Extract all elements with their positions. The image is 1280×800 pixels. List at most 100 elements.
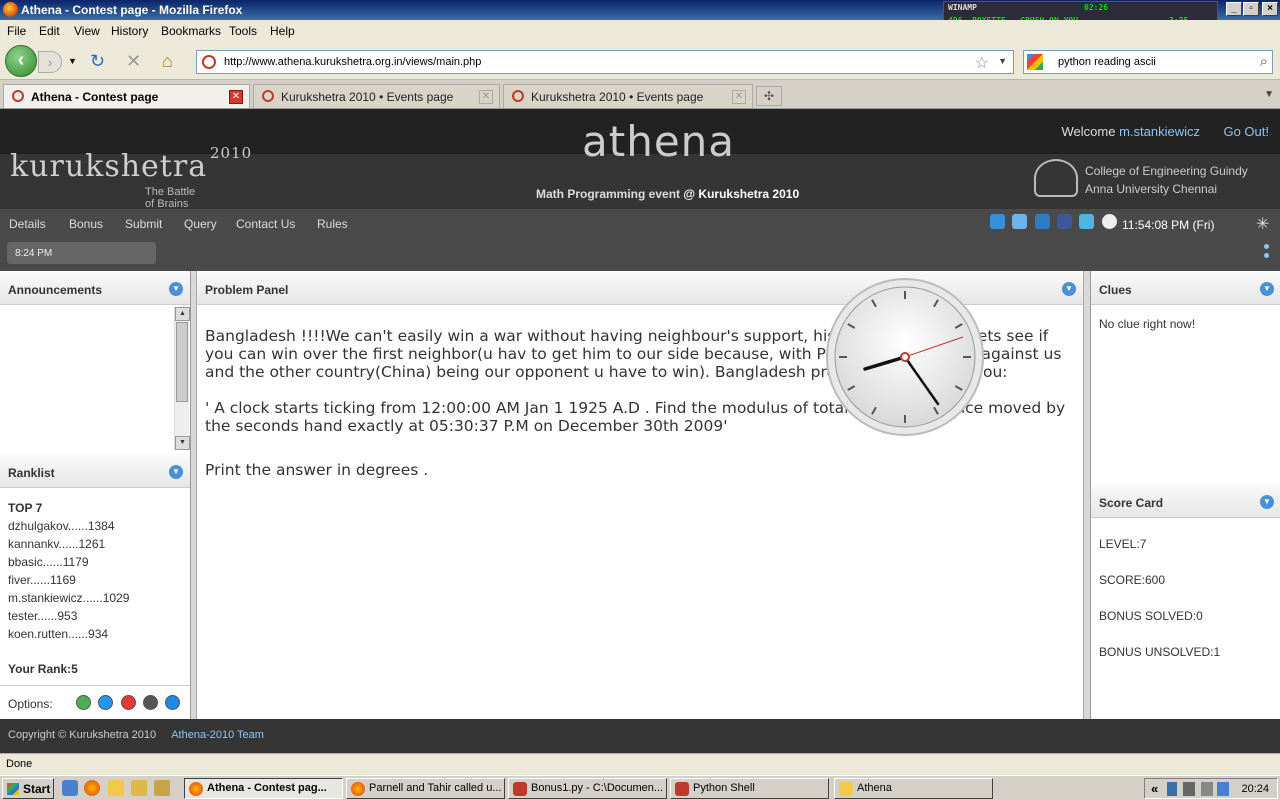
page-footer: Copyright © Kurukshetra 2010 Athena-2010…: [0, 719, 1280, 753]
tab-events-1[interactable]: Kurukshetra 2010 • Events page ✕: [253, 84, 500, 108]
tab-label: Kurukshetra 2010 • Events page: [281, 90, 454, 104]
scroll-up-icon[interactable]: ▲: [175, 307, 190, 321]
show-desktop-icon[interactable]: [62, 780, 78, 796]
nav-submit[interactable]: Submit: [125, 217, 162, 231]
more-dots-icon[interactable]: [1264, 244, 1269, 262]
task-bonus1-py[interactable]: Bonus1.py - C:\Documen...: [508, 778, 667, 799]
gear-icon[interactable]: [143, 695, 159, 710]
start-button[interactable]: Start: [2, 778, 54, 799]
taskbar: Start Athena - Contest pag... Parnell an…: [0, 775, 1280, 800]
menu-bookmarks[interactable]: Bookmarks: [161, 24, 221, 38]
tray-app-icon[interactable]: [1217, 782, 1229, 796]
firefox-quicklaunch-icon[interactable]: [84, 780, 100, 796]
twitter-icon[interactable]: [1079, 214, 1095, 229]
task-python-shell[interactable]: Python Shell: [670, 778, 829, 799]
close-window-button[interactable]: ×: [1262, 2, 1278, 16]
network-icon[interactable]: [1167, 782, 1177, 796]
menu-help[interactable]: Help: [270, 24, 295, 38]
url-text[interactable]: http://www.athena.kurukshetra.org.in/vie…: [224, 56, 481, 68]
tools-quicklaunch-icon[interactable]: [154, 780, 170, 796]
tab-events-2[interactable]: Kurukshetra 2010 • Events page ✕: [503, 84, 753, 108]
search-icon[interactable]: ⌕: [1260, 53, 1268, 70]
scroll-down-icon[interactable]: ▼: [175, 436, 190, 450]
tab-list-icon[interactable]: ▼: [1264, 89, 1274, 100]
nav-details[interactable]: Details: [9, 217, 46, 231]
tab-label: Athena - Contest page: [31, 90, 159, 104]
left-sidebar: Announcements ▼ ▲ ▼ Ranklist ▼ TOP 7 dzh…: [0, 271, 191, 719]
settings-spinner-icon[interactable]: ✳: [1256, 214, 1269, 234]
nav-rules[interactable]: Rules: [317, 217, 348, 231]
announcements-scrollbar[interactable]: ▲ ▼: [174, 307, 190, 450]
refresh-icon[interactable]: [76, 695, 91, 710]
shield-icon[interactable]: [1012, 214, 1028, 229]
pencil-quicklaunch-icon[interactable]: [131, 780, 147, 796]
globe-icon[interactable]: [990, 214, 1005, 229]
tab-close-icon[interactable]: ✕: [479, 90, 493, 104]
bookmark-star-icon[interactable]: ☆: [975, 53, 989, 73]
tab-close-icon[interactable]: ✕: [732, 90, 746, 104]
search-bar[interactable]: python reading ascii ⌕: [1023, 50, 1273, 74]
back-button[interactable]: ‹: [5, 45, 37, 77]
smiley-icon[interactable]: [1101, 214, 1117, 229]
reload-icon[interactable]: ↻: [90, 51, 105, 72]
collapse-icon[interactable]: ▼: [1260, 282, 1274, 296]
scorecard-header[interactable]: Score Card ▼: [1091, 484, 1280, 518]
clues-header[interactable]: Clues ▼: [1091, 271, 1280, 305]
stop-icon[interactable]: ✕: [126, 51, 141, 72]
nav-toolbar: ‹ › ▼ ↻ ✕ ⌂ http://www.athena.kurukshetr…: [0, 42, 1280, 80]
rank-entry: m.stankiewicz......1029: [8, 591, 130, 605]
collapse-icon[interactable]: ▼: [1260, 495, 1274, 509]
maximize-button[interactable]: ▫: [1243, 2, 1259, 16]
help-icon[interactable]: [165, 695, 181, 710]
block-icon[interactable]: [120, 695, 136, 710]
menu-tools[interactable]: Tools: [229, 24, 257, 38]
tab-athena-contest[interactable]: Athena - Contest page ✕: [3, 84, 250, 108]
social-icons: [990, 214, 1121, 232]
google-engine-icon[interactable]: [1027, 54, 1043, 70]
your-rank: Your Rank:5: [8, 662, 78, 676]
options-bar: Options:: [0, 685, 190, 719]
collapse-icon[interactable]: ▼: [169, 282, 183, 296]
menu-edit[interactable]: Edit: [39, 24, 60, 38]
chat-icon[interactable]: [1034, 214, 1050, 229]
menu-view[interactable]: View: [74, 24, 100, 38]
logout-link[interactable]: Go Out!: [1223, 124, 1269, 139]
info-icon[interactable]: [98, 695, 114, 710]
task-athena-folder[interactable]: Athena: [834, 778, 993, 799]
history-dropdown-icon[interactable]: ▼: [68, 56, 77, 66]
college-name: College of Engineering Guindy Anna Unive…: [1085, 164, 1248, 196]
new-tab-icon[interactable]: ✣: [756, 86, 782, 106]
folder-quicklaunch-icon[interactable]: [108, 780, 124, 796]
announcements-header[interactable]: Announcements ▼: [0, 271, 190, 305]
tab-label: Kurukshetra 2010 • Events page: [531, 90, 704, 104]
home-icon[interactable]: ⌂: [162, 51, 173, 72]
idle-icon: [513, 782, 527, 796]
username-link[interactable]: m.stankiewicz: [1119, 124, 1200, 139]
search-input[interactable]: python reading ascii: [1058, 56, 1156, 68]
nav-bonus[interactable]: Bonus: [69, 217, 103, 231]
task-athena-firefox[interactable]: Athena - Contest pag...: [184, 778, 343, 799]
tray-expand-icon[interactable]: «: [1151, 781, 1158, 796]
collapse-icon[interactable]: ▼: [1062, 282, 1076, 296]
menu-file[interactable]: File: [7, 24, 26, 38]
tab-close-icon[interactable]: ✕: [229, 90, 243, 104]
scroll-thumb[interactable]: [176, 322, 188, 402]
score-total: SCORE:600: [1099, 573, 1166, 587]
nav-query[interactable]: Query: [184, 217, 217, 231]
facebook-icon[interactable]: [1057, 214, 1073, 229]
ranklist-header[interactable]: Ranklist ▼: [0, 454, 190, 488]
collapse-icon[interactable]: ▼: [169, 465, 183, 479]
kurukshetra-logo[interactable]: kurukshetra 2010 The Battle of Brains: [10, 144, 251, 210]
team-link[interactable]: Athena-2010 Team: [171, 729, 264, 741]
analog-clock: [826, 278, 984, 436]
url-bar[interactable]: http://www.athena.kurukshetra.org.in/vie…: [196, 50, 1014, 74]
site-identity-icon[interactable]: [202, 55, 216, 69]
task-parnell[interactable]: Parnell and Tahir called u...: [346, 778, 505, 799]
volume-icon[interactable]: [1183, 782, 1195, 796]
forward-button[interactable]: ›: [38, 51, 62, 73]
usb-icon[interactable]: [1201, 782, 1213, 796]
nav-contact-us[interactable]: Contact Us: [236, 217, 295, 231]
url-dropdown-icon[interactable]: ▼: [998, 56, 1007, 66]
minimize-button[interactable]: _: [1226, 2, 1242, 16]
menu-history[interactable]: History: [111, 24, 148, 38]
